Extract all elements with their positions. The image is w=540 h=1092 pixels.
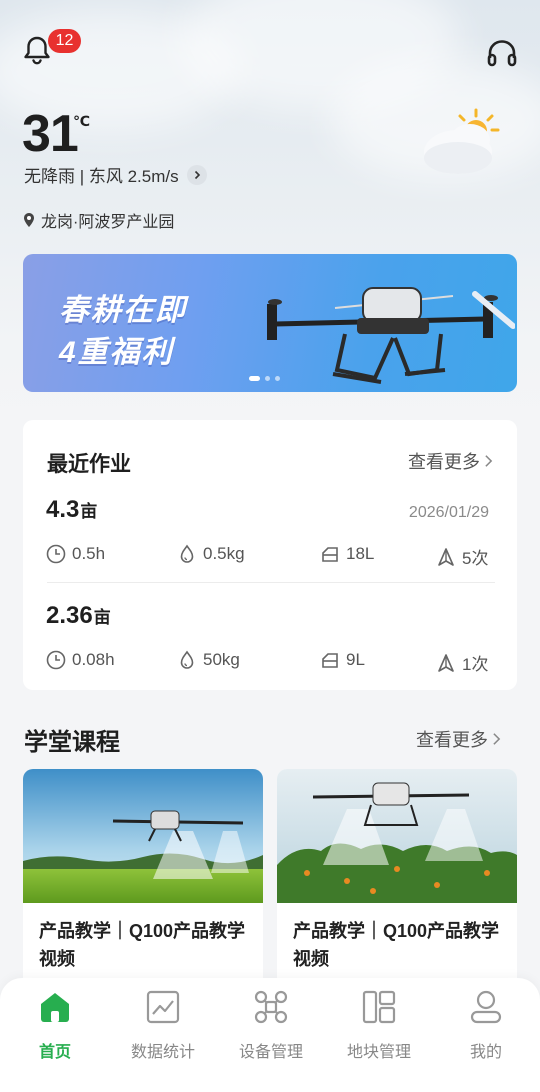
location-pin-icon xyxy=(24,213,34,227)
nav-item-devices[interactable]: 设备管理 xyxy=(217,988,325,1078)
navigation-icon xyxy=(438,653,454,672)
banner-line-1: 春耕在即 xyxy=(59,294,187,327)
volume-stat: 9L xyxy=(320,650,365,670)
flights-stat: 5次 xyxy=(436,544,488,569)
drone-icon xyxy=(254,990,288,1024)
headset-icon[interactable] xyxy=(486,38,518,68)
course-card[interactable]: 产品教学｜Q100产品教学视频 xyxy=(277,769,517,989)
more-label: 查看更多 xyxy=(408,452,480,472)
chevron-right-icon xyxy=(186,164,207,185)
chevron-right-icon xyxy=(493,733,501,745)
course-title: 产品教学｜Q100产品教学视频 xyxy=(39,921,246,969)
notification-badge: 12 xyxy=(48,29,81,53)
clock-icon xyxy=(46,544,66,564)
banner-title: 春耕在即 4重福利 xyxy=(59,290,187,374)
course-card[interactable]: 产品教学｜Q100产品教学视频 xyxy=(23,769,263,989)
navigation-icon xyxy=(438,547,454,566)
course-thumbnail xyxy=(277,769,517,903)
nav-label: 首页 xyxy=(38,1044,71,1061)
courses-title: 学堂课程 xyxy=(24,729,120,756)
nav-label: 我的 xyxy=(469,1044,502,1061)
recent-work-more-link[interactable]: 查看更多 xyxy=(408,448,493,474)
user-icon xyxy=(470,990,502,1024)
dosage-stat: 0.5kg xyxy=(177,544,245,564)
recent-work-card: 最近作业 查看更多 4.3亩 2026/01/29 0.5h 0.5kg 18L… xyxy=(23,420,517,690)
volume-stat: 18L xyxy=(320,544,374,564)
weather-detail[interactable]: 无降雨 | 东风 2.5m/s xyxy=(24,162,207,187)
nav-label: 数据统计 xyxy=(130,1044,195,1061)
drone-image xyxy=(267,287,515,384)
work-record[interactable]: 4.3亩 2026/01/29 0.5h 0.5kg 18L 5次 xyxy=(23,496,517,596)
tank-icon xyxy=(322,653,338,668)
home-icon xyxy=(41,993,69,1022)
work-area: 4.3亩 xyxy=(46,496,98,523)
divider xyxy=(47,582,495,583)
weather-condition: 无降雨 | 东风 2.5m/s xyxy=(24,167,179,186)
nav-label: 设备管理 xyxy=(238,1044,303,1061)
bottom-nav: 首页 数据统计 设备管理 地块管理 我的 xyxy=(0,978,540,1092)
work-record[interactable]: 2.36亩 0.08h 50kg 9L 1次 xyxy=(23,602,517,702)
chart-icon xyxy=(146,990,180,1024)
flights-stat: 1次 xyxy=(436,650,488,675)
duration-stat: 0.08h xyxy=(46,650,115,670)
location-text: 龙岗·阿波罗产业园 xyxy=(41,214,175,231)
work-area: 2.36亩 xyxy=(46,602,111,629)
nav-item-fields[interactable]: 地块管理 xyxy=(325,988,433,1078)
partly-cloudy-icon xyxy=(420,106,504,178)
location[interactable]: 龙岗·阿波罗产业园 xyxy=(23,208,174,232)
more-label: 查看更多 xyxy=(416,730,488,750)
temperature: 31 xyxy=(22,105,79,163)
nav-item-profile[interactable]: 我的 xyxy=(432,988,540,1078)
dosage-stat: 50kg xyxy=(177,650,240,670)
nav-label: 地块管理 xyxy=(346,1044,411,1061)
droplet-icon xyxy=(180,650,194,669)
nav-item-home[interactable]: 首页 xyxy=(1,988,109,1078)
temperature-unit: ℃ xyxy=(73,113,90,129)
banner-pagination xyxy=(249,376,280,381)
clock-icon xyxy=(46,650,66,670)
tank-icon xyxy=(322,547,338,562)
duration-stat: 0.5h xyxy=(46,544,105,564)
map-blocks-icon xyxy=(362,990,396,1024)
chevron-right-icon xyxy=(485,455,493,467)
nav-item-stats[interactable]: 数据统计 xyxy=(109,988,217,1078)
recent-work-title: 最近作业 xyxy=(47,453,131,476)
droplet-icon xyxy=(180,544,194,563)
work-date: 2026/01/29 xyxy=(408,504,489,521)
course-thumbnail xyxy=(23,769,263,903)
courses-more-link[interactable]: 查看更多 xyxy=(416,726,501,752)
promo-banner[interactable]: 春耕在即 4重福利 xyxy=(23,254,517,392)
course-title: 产品教学｜Q100产品教学视频 xyxy=(293,921,500,969)
banner-line-2: 4重福利 xyxy=(59,336,174,369)
